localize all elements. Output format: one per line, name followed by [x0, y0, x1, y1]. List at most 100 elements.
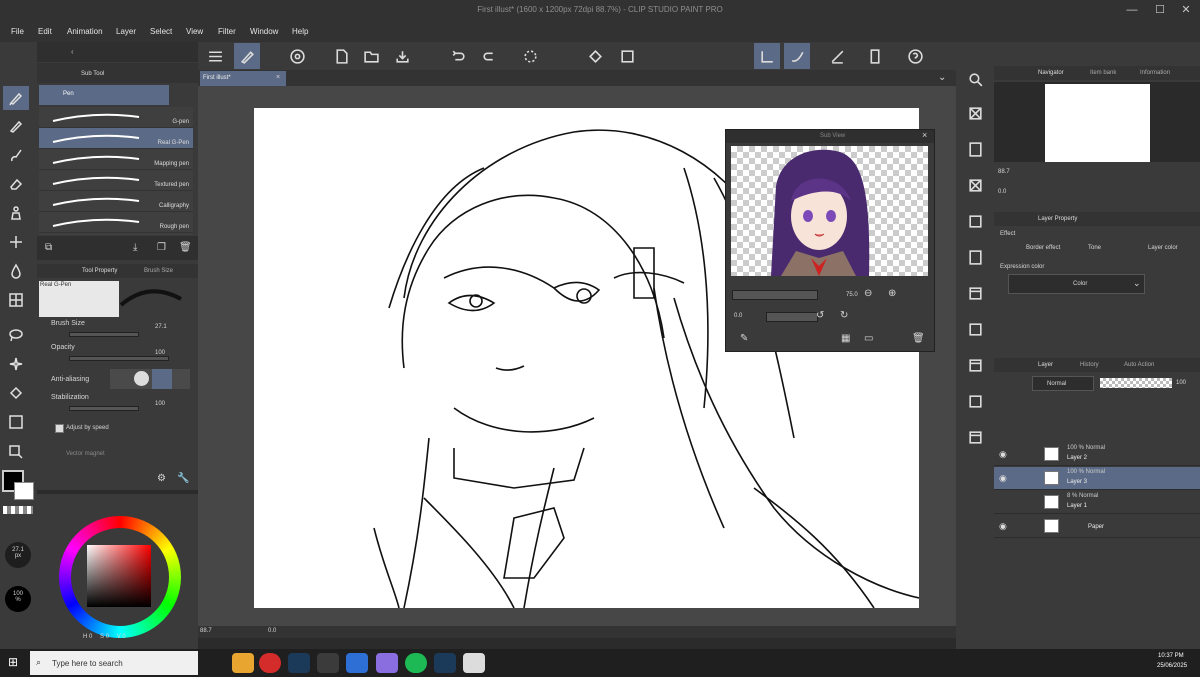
- material-icon-3[interactable]: [962, 136, 988, 162]
- rotate-left-icon[interactable]: ↺: [816, 310, 824, 321]
- material-icon-7[interactable]: [962, 280, 988, 306]
- menu-file[interactable]: File: [11, 27, 24, 36]
- subtool-item[interactable]: Rough pen: [39, 212, 193, 233]
- antialias-none[interactable]: [134, 371, 149, 386]
- snap-grid-button[interactable]: [824, 43, 850, 69]
- history-tab[interactable]: History: [1080, 362, 1099, 368]
- layer-opacity-slider[interactable]: [1100, 378, 1172, 388]
- magic-wand-tool[interactable]: [3, 352, 29, 376]
- new-file-button[interactable]: [328, 43, 354, 69]
- menu-edit[interactable]: Edit: [38, 27, 52, 36]
- menu-layer[interactable]: Layer: [116, 27, 136, 36]
- material-icon-5[interactable]: [962, 208, 988, 234]
- snap-special-button[interactable]: [784, 43, 810, 69]
- open-button[interactable]: [358, 43, 384, 69]
- download-icon[interactable]: ⤓: [133, 242, 137, 253]
- hamburger-menu-button[interactable]: [202, 43, 228, 69]
- layer-tab[interactable]: Layer: [1038, 362, 1053, 368]
- subtool-item[interactable]: Textured pen: [39, 170, 193, 191]
- adjust-speed-checkbox[interactable]: [55, 424, 64, 433]
- zoom-field[interactable]: 88.7: [200, 628, 212, 634]
- material-icon-6[interactable]: [962, 244, 988, 270]
- antialias-medium[interactable]: [152, 369, 172, 389]
- duplicate-icon[interactable]: ❐: [157, 242, 166, 253]
- zoom-in-icon[interactable]: ⊕: [888, 288, 896, 299]
- opacity-slider[interactable]: [69, 356, 169, 361]
- redo-button[interactable]: [476, 43, 502, 69]
- eye-icon[interactable]: ◉: [999, 449, 1007, 460]
- undo-button[interactable]: [445, 43, 471, 69]
- material-icon-2[interactable]: [962, 100, 988, 126]
- menu-filter[interactable]: Filter: [218, 27, 236, 36]
- layer-row[interactable]: ◉ 100 % Normal Layer 3: [994, 467, 1200, 490]
- fill-tool[interactable]: [3, 259, 29, 283]
- spotify-icon[interactable]: [405, 653, 427, 673]
- opacity-indicator[interactable]: 100 %: [5, 586, 31, 612]
- help-button[interactable]: [902, 43, 928, 69]
- navigator-preview[interactable]: [994, 82, 1200, 162]
- clip-studio-button[interactable]: [234, 43, 260, 69]
- text-tool[interactable]: [3, 440, 29, 464]
- subtool-tab[interactable]: Sub Tool: [81, 71, 104, 77]
- subtool-item[interactable]: Real G-Pen: [39, 128, 193, 149]
- menu-view[interactable]: View: [186, 27, 203, 36]
- gradient-tool[interactable]: [3, 410, 29, 434]
- item-bank-tab[interactable]: Item bank: [1090, 70, 1116, 76]
- assets-button[interactable]: [284, 43, 310, 69]
- material-icon-1[interactable]: [962, 66, 988, 92]
- close-button[interactable]: ✕: [1172, 2, 1200, 19]
- subtool-item[interactable]: Mapping pen: [39, 149, 193, 170]
- sub-color-swatch[interactable]: [14, 482, 34, 500]
- menu-help[interactable]: Help: [292, 27, 308, 36]
- transparent-color-swatch[interactable]: [3, 506, 33, 514]
- brush-tool[interactable]: [3, 143, 29, 167]
- subview-zoom-slider[interactable]: [732, 290, 818, 300]
- expression-color-select[interactable]: Color ⌄: [1008, 274, 1145, 294]
- canvas-tab[interactable]: First illust* ×: [200, 71, 286, 86]
- subview-angle-slider[interactable]: [766, 312, 818, 322]
- chevron-down-icon[interactable]: ⌄: [938, 72, 946, 83]
- menu-window[interactable]: Window: [250, 27, 278, 36]
- discord-icon[interactable]: [376, 653, 398, 673]
- steam-icon[interactable]: [288, 653, 310, 673]
- trash-icon[interactable]: 🗑: [179, 242, 192, 253]
- subtool-group-pen[interactable]: Pen: [39, 85, 169, 105]
- rotate-right-icon[interactable]: ↻: [840, 310, 848, 321]
- clip-studio-taskbar-icon[interactable]: [463, 653, 485, 673]
- layer-property-tab[interactable]: Layer Property: [1038, 216, 1077, 222]
- border-effect-button[interactable]: Border effect: [1008, 240, 1062, 256]
- grid-view-icon[interactable]: ▦: [841, 333, 850, 344]
- eraser-tool[interactable]: [3, 172, 29, 196]
- opera-icon[interactable]: [259, 653, 281, 673]
- eye-icon[interactable]: ◉: [999, 473, 1007, 484]
- tone-button[interactable]: Tone: [1072, 240, 1118, 256]
- minimize-button[interactable]: —: [1118, 2, 1146, 19]
- tool-property-tab[interactable]: Tool Property: [82, 268, 117, 274]
- pencil-tool[interactable]: [3, 114, 29, 138]
- eye-icon[interactable]: ◉: [999, 521, 1007, 532]
- chatgpt-icon[interactable]: [317, 653, 339, 673]
- menu-animation[interactable]: Animation: [67, 27, 103, 36]
- video-editor-icon[interactable]: [346, 653, 368, 673]
- brush-size-slider[interactable]: [69, 332, 139, 337]
- companion-mode-button[interactable]: [861, 43, 887, 69]
- material-icon-4[interactable]: [962, 172, 988, 198]
- information-tab[interactable]: Information: [1140, 70, 1170, 76]
- steam-icon-2[interactable]: [434, 653, 456, 673]
- navigator-tab[interactable]: Navigator: [1038, 70, 1064, 76]
- grid-tool[interactable]: [3, 288, 29, 312]
- stabilization-field[interactable]: 100: [155, 401, 165, 407]
- layer-opacity-value[interactable]: 100: [1176, 380, 1186, 386]
- subview-titlebar[interactable]: Sub View ×: [726, 130, 934, 143]
- material-icon-11[interactable]: [962, 424, 988, 450]
- lasso-tool[interactable]: [3, 323, 29, 347]
- brush-size-field[interactable]: 27.1: [155, 324, 167, 330]
- maximize-button[interactable]: ☐: [1146, 2, 1174, 19]
- file-explorer-icon[interactable]: [232, 653, 254, 673]
- subview-image[interactable]: [731, 146, 928, 276]
- transform-button[interactable]: [614, 43, 640, 69]
- layer-row[interactable]: ◉ 100 % Normal Layer 2: [994, 443, 1200, 466]
- stabilization-slider[interactable]: [69, 406, 139, 411]
- fill-button[interactable]: [582, 43, 608, 69]
- loading-button[interactable]: [517, 43, 543, 69]
